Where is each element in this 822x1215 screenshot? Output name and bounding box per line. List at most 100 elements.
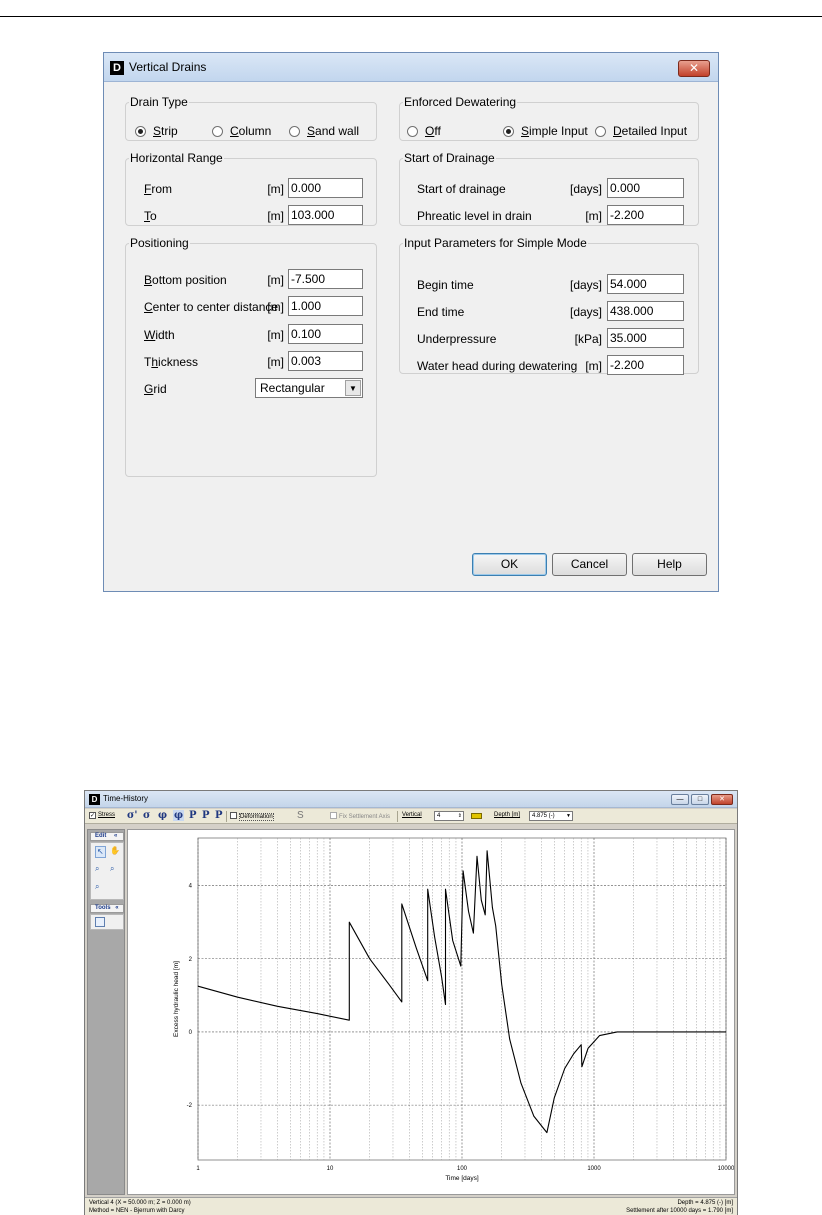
fix-settlement-check-box [330,812,337,819]
phreatic-level-label: Phreatic level in drain [417,209,532,223]
ok-button[interactable]: OK [472,553,547,576]
radio-simple-input[interactable]: Simple Input [503,124,588,138]
fix-settlement-axis-checkbox[interactable]: Fix Settlement Axis [330,812,390,820]
width-label: Width [144,328,175,342]
cancel-button[interactable]: Cancel [552,553,627,576]
x-tick-label: 10 [327,1166,334,1172]
x-tick-label: 100 [457,1166,468,1172]
radio-strip[interactable]: Strip [135,124,178,138]
start-of-drainage-label: Start of drainage [417,182,506,196]
chevron-down-icon[interactable]: ▼ [566,812,571,820]
grid-select-value: Rectangular [260,381,325,395]
status-depth-info: Depth = 4.875 (-) [m] [677,1200,733,1206]
deformation-checkbox[interactable]: Deformation [230,812,274,821]
total-stress-icon[interactable]: σ [143,810,150,821]
pressure-icon[interactable]: P [189,810,197,821]
close-button[interactable]: ✕ [711,794,733,805]
collapse-icon[interactable]: « [115,905,118,911]
radio-off[interactable]: Off [407,124,441,138]
detailed-input-accel: D [613,124,622,138]
help-button[interactable]: Help [632,553,707,576]
column-label: olumn [238,124,272,138]
off-accel: O [425,124,435,138]
status-settlement-info: Settlement after 10000 days = 1.790 [m] [626,1208,733,1214]
pore-pressure-icon[interactable]: P [202,810,210,821]
effective-stress-icon[interactable]: σ' [127,810,137,821]
excess-head-icon[interactable]: φ [173,810,185,821]
horizontal-range-group: Horizontal Range From [m] 0.000 To [m] 1… [125,152,377,226]
side-panel: Edit « ↖ ✋ ⌕ ⌕ ⌕ Tools « [87,829,125,1195]
bottom-position-unit: [m] [267,273,284,287]
hydraulic-head-icon[interactable]: φ [158,810,167,821]
pan-hand-icon[interactable]: ✋ [110,846,120,856]
settlement-button[interactable]: S [297,810,304,821]
collapse-icon[interactable]: « [114,833,117,839]
end-time-input[interactable]: 438.000 [607,301,684,321]
from-label: From [144,182,173,196]
radio-column[interactable]: Column [212,124,271,138]
ruler-icon[interactable] [471,813,482,819]
select-arrow-icon[interactable]: ↖ [95,846,106,858]
x-tick-label: 1 [196,1166,200,1172]
grid-select[interactable]: Rectangular ▼ [255,378,363,398]
status-vertical-info: Vertical 4 (X = 50.000 m; Z = 0.000 m) [89,1200,191,1206]
time-history-title-bar: D Time-History — □ ✕ [85,791,737,808]
edit-section-header[interactable]: Edit « [90,832,124,841]
time-history-window: D Time-History — □ ✕ ✓ Stress σ' σ φ φ P … [84,790,738,1215]
start-of-drainage-input[interactable]: 0.000 [607,178,684,198]
underpressure-input[interactable]: 35.000 [607,328,684,348]
vertical-label: Vertical [402,812,422,818]
chevron-down-icon[interactable]: ▼ [345,380,361,396]
zoom-in-icon[interactable]: ⌕ [95,864,99,874]
to-input[interactable]: 103.000 [288,205,363,225]
from-input[interactable]: 0.000 [288,178,363,198]
app-logo-icon: D [110,61,124,75]
water-head-input[interactable]: -2.200 [607,355,684,375]
app-logo-icon: D [89,794,100,805]
simple-input-label: imple Input [529,124,588,138]
stress-check-box: ✓ [89,812,96,819]
zoom-limits-icon[interactable]: ⌕ [95,882,99,892]
phreatic-level-input[interactable]: -2.200 [607,205,684,225]
vertical-spinner[interactable]: 4 ⇕ [434,811,464,821]
sand-wall-accel: S [307,124,316,138]
bottom-position-input[interactable]: -7.500 [288,269,363,289]
zoom-out-icon[interactable]: ⌕ [110,864,114,874]
vertical-drains-dialog: D Vertical Drains ✕ Drain Type Strip Col… [103,52,719,592]
depth-select[interactable]: 4.875 (-) ▼ [529,811,573,821]
underpressure-label: Underpressure [417,332,497,346]
maximize-button[interactable]: □ [691,794,709,805]
end-time-label: End time [417,305,465,319]
begin-time-input[interactable]: 54.000 [607,274,684,294]
radio-sand-wall[interactable]: Sand wall [289,124,359,138]
center-to-center-label: Center to center distance [144,300,279,314]
column-accel: C [230,124,239,138]
spinner-arrows-icon[interactable]: ⇕ [458,812,462,820]
tools-section-header[interactable]: Tools « [90,904,124,913]
y-tick-label: 0 [189,1030,193,1036]
toolbar-separator [397,811,398,822]
end-time-unit: [days] [569,305,602,319]
center-to-center-input[interactable]: 1.000 [288,296,363,316]
excess-pressure-icon[interactable]: P [215,810,223,821]
minimize-button[interactable]: — [671,794,689,805]
stress-checkbox[interactable]: ✓ Stress [89,812,115,819]
drain-type-group: Drain Type Strip Column Sand wall [125,96,377,141]
begin-time-label: Begin time [417,278,474,292]
y-axis-label: Excess hydraulic head [m] [173,961,180,1037]
radio-detailed-input[interactable]: Detailed Input [595,124,687,138]
chart-properties-icon[interactable] [95,917,105,927]
plot-area: 1 10 100 1000 10000 -2 0 2 4 Time [days] Excess hy… [127,829,735,1195]
width-input[interactable]: 0.100 [288,324,363,344]
thickness-input[interactable]: 0.003 [288,351,363,371]
status-bar: Vertical 4 (X = 50.000 m; Z = 0.000 m) M… [85,1197,737,1215]
radio-strip-indicator [135,125,146,137]
close-button[interactable]: ✕ [678,60,710,77]
positioning-legend: Positioning [130,236,189,250]
simple-input-accel: S [521,124,530,138]
start-of-drainage-unit: [days] [569,182,602,196]
strip-label: trip [161,124,178,138]
sand-wall-label: and wall [315,124,360,138]
status-method-info: Method = NEN - Bjerrum with Darcy [89,1208,185,1214]
radio-off-indicator [407,125,418,137]
